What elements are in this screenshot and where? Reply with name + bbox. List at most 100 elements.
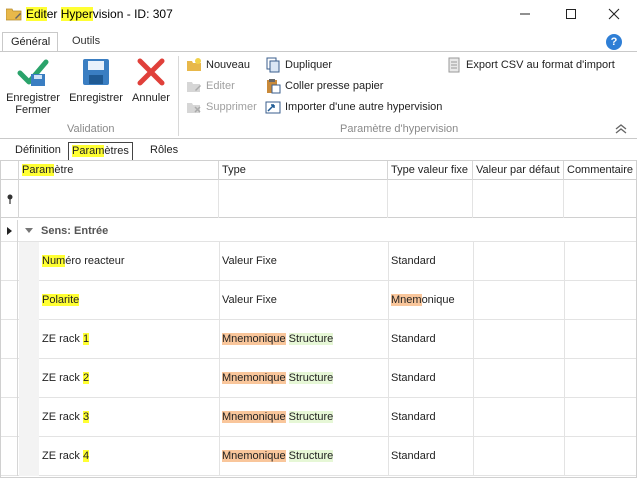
header-valeur-defaut[interactable]: Valeur par défaut [473,161,564,180]
header-commentaire[interactable]: Commentaire [564,161,636,180]
group-label-parametre: Paramètre d'hypervision [340,123,459,135]
save-close-label-2: Fermer [15,104,51,116]
column-divider [473,242,474,476]
cell-type[interactable]: Valeur Fixe [219,281,388,320]
cell-valeur-defaut[interactable] [473,437,564,476]
cell-type[interactable]: Mnemonique Structure [219,320,388,359]
close-button[interactable] [591,0,637,28]
cell-parametre[interactable]: ZE rack 2 [39,359,219,398]
cell-parametre[interactable]: Polarite [39,281,219,320]
cell-parametre[interactable]: ZE rack 3 [39,398,219,437]
cell-valeur-defaut[interactable] [473,242,564,281]
row-indicator-cell [1,242,18,281]
cancel-button[interactable]: Annuler [130,56,172,104]
cell-type-valeur-fixe[interactable]: Standard [388,398,473,437]
cell-commentaire[interactable] [564,281,636,320]
header-type-valeur-fixe[interactable]: Type valeur fixe [388,161,473,180]
expand-arrow-icon[interactable] [25,228,33,233]
cell-parametre[interactable]: ZE rack 4 [39,437,219,476]
row-indent [19,242,39,281]
row-indicator [1,220,18,242]
table-row[interactable]: ZE rack 1 Mnemonique Structure Standard [1,320,636,359]
header-parametre[interactable]: Paramètre [19,161,219,180]
edit-icon [187,82,201,92]
duplicate-button[interactable]: Dupliquer [265,56,332,74]
table-row[interactable]: ZE rack 4 Mnemonique Structure Standard [1,437,636,476]
cell-commentaire[interactable] [564,398,636,437]
cell-valeur-defaut[interactable] [473,281,564,320]
row-indicator-cell [1,398,18,437]
folder-edit-icon [6,8,22,21]
cell-valeur-defaut[interactable] [473,398,564,437]
filter-type[interactable] [219,180,388,218]
edit-button[interactable]: Editer [186,77,235,95]
group-separator [178,56,179,136]
cell-parametre[interactable]: Numéro reacteur [39,242,219,281]
minimize-button[interactable] [502,0,548,28]
group-row-sens-entree[interactable]: Sens: Entrée [1,220,636,242]
row-indent [19,359,39,398]
filter-type-valeur-fixe[interactable] [388,180,473,218]
current-row-icon [7,227,12,235]
tab-outils[interactable]: Outils [64,32,108,52]
row-indicator-cell [1,320,18,359]
delete-icon [187,103,201,113]
cell-valeur-defaut[interactable] [473,359,564,398]
cell-commentaire[interactable] [564,437,636,476]
table-row[interactable]: Numéro reacteur Valeur Fixe Standard [1,242,636,281]
import-hypervision-button[interactable]: Importer d'une autre hypervision [265,98,442,116]
cell-type-valeur-fixe[interactable]: Standard [388,437,473,476]
filter-parametre[interactable] [19,180,219,218]
cell-valeur-defaut[interactable] [473,320,564,359]
tab-definition[interactable]: Définition [12,142,64,160]
help-icon[interactable]: ? [606,34,622,50]
save-close-label-1: Enregistrer [6,92,60,104]
row-indent [19,437,39,476]
cell-commentaire[interactable] [564,320,636,359]
grid-header: Paramètre Type Type valeur fixe Valeur p… [1,161,636,180]
parametre-text: Polarite [42,294,80,306]
cell-type-valeur-fixe[interactable]: Standard [388,320,473,359]
cell-type-valeur-fixe[interactable]: Standard [388,359,473,398]
header-type[interactable]: Type [219,161,388,180]
new-folder-icon [187,58,201,71]
cell-type[interactable]: Valeur Fixe [219,242,388,281]
table-row[interactable]: Polarite Valeur Fixe Mnemonique [1,281,636,320]
new-label: Nouveau [206,59,251,71]
tab-roles[interactable]: Rôles [147,142,181,160]
floppy-disk-icon [83,59,109,85]
tab-parametres[interactable]: Paramètres [68,142,133,160]
import-icon [265,101,281,114]
row-indicator-cell [1,437,18,476]
cell-type[interactable]: Mnemonique Structure [219,437,388,476]
delete-button[interactable]: Supprimer [186,98,257,116]
cell-type-valeur-fixe[interactable]: Standard [388,242,473,281]
export-csv-label: Export CSV au format d'import [466,59,615,71]
filter-indicator [1,180,19,218]
cell-commentaire[interactable] [564,359,636,398]
cell-commentaire[interactable] [564,242,636,281]
filter-row [1,180,636,218]
maximize-icon [566,9,576,19]
save-label: Enregistrer [69,92,123,104]
maximize-button[interactable] [548,0,594,28]
cell-type[interactable]: Mnemonique Structure [219,398,388,437]
cell-type[interactable]: Mnemonique Structure [219,359,388,398]
paste-clipboard-button[interactable]: Coller presse papier [265,77,383,95]
save-close-button[interactable]: Enregistrer Fermer [6,56,60,116]
export-csv-button[interactable]: Export CSV au format d'import [446,56,615,74]
table-row[interactable]: ZE rack 3 Mnemonique Structure Standard [1,398,636,437]
filter-commentaire[interactable] [564,180,636,218]
new-button[interactable]: Nouveau [186,56,250,74]
cell-type-valeur-fixe[interactable]: Mnemonique [388,281,473,320]
pin-icon [7,194,13,204]
collapse-ribbon-icon[interactable] [614,122,628,134]
title-bar: Editer Hypervision - ID: 307 [0,0,637,28]
column-divider [219,242,220,476]
save-button[interactable]: Enregistrer [68,56,124,104]
table-row[interactable]: ZE rack 2 Mnemonique Structure Standard [1,359,636,398]
tab-general[interactable]: Général [2,32,58,52]
cell-parametre[interactable]: ZE rack 1 [39,320,219,359]
filter-valeur-defaut[interactable] [473,180,564,218]
paste-clipboard-label: Coller presse papier [285,80,384,92]
